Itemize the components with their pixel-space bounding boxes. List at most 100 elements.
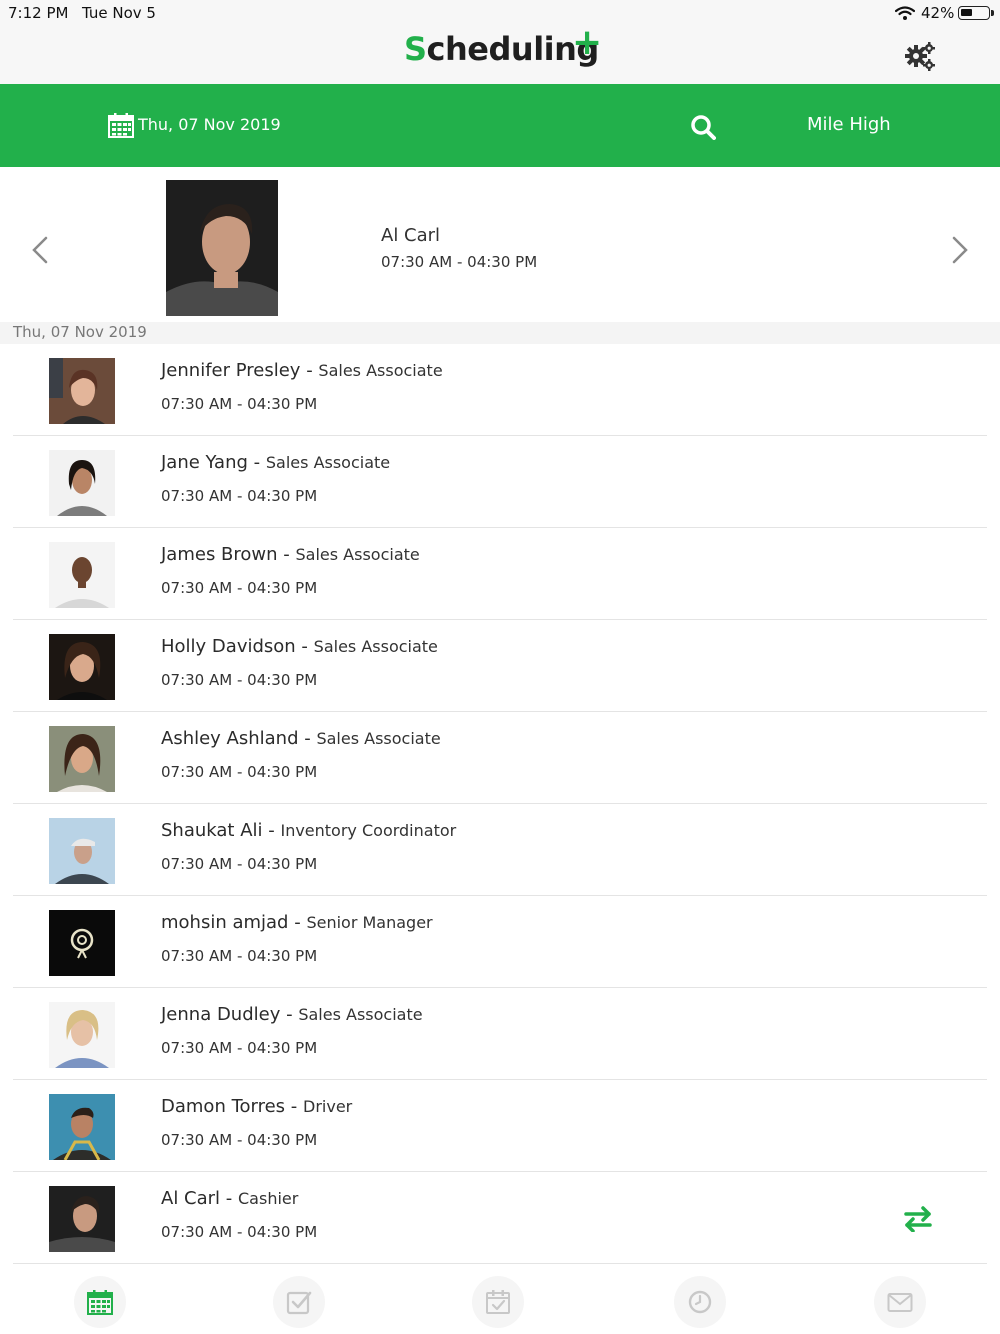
wifi-icon [895, 6, 915, 20]
calendar-check-icon [486, 1290, 510, 1314]
employee-avatar [49, 358, 115, 424]
search-icon[interactable] [690, 114, 716, 140]
employee-role: Sales Associate [313, 637, 438, 656]
employee-name: Damon Torres [161, 1096, 286, 1117]
employee-avatar [49, 1186, 115, 1252]
employee-avatar [49, 818, 115, 884]
employee-shift-time: 07:30 AM - 04:30 PM [161, 763, 318, 781]
employee-role: Sales Associate [318, 361, 443, 380]
employee-shift-time: 07:30 AM - 04:30 PM [161, 1223, 318, 1241]
list-item[interactable]: James Brown - Sales Associate 07:30 AM -… [0, 528, 1000, 620]
name-role-separator: - [285, 1096, 304, 1117]
employee-role: Sales Associate [295, 545, 420, 564]
employee-shift-time: 07:30 AM - 04:30 PM [161, 1039, 318, 1057]
employee-role: Sales Associate [298, 1005, 423, 1024]
employee-name-role: Al Carl - Cashier [161, 1188, 298, 1209]
check-square-icon [286, 1291, 312, 1315]
tab-tasks[interactable] [273, 1276, 325, 1328]
swap-arrows-icon[interactable] [903, 1206, 933, 1232]
selected-date[interactable]: Thu, 07 Nov 2019 [138, 115, 281, 134]
employee-name-role: Jenna Dudley - Sales Associate [161, 1004, 423, 1025]
employee-avatar [49, 726, 115, 792]
chevron-left-icon[interactable] [30, 235, 50, 265]
employee-list: Jennifer Presley - Sales Associate 07:30… [0, 344, 1000, 1264]
employee-name: mohsin amjad [161, 912, 289, 933]
employee-name: Jane Yang [161, 452, 248, 473]
name-role-separator: - [247, 452, 266, 473]
employee-name: Ashley Ashland [161, 728, 299, 749]
employee-shift-time: 07:30 AM - 04:30 PM [161, 1131, 318, 1149]
employee-name-role: James Brown - Sales Associate [161, 544, 420, 565]
location-selector[interactable]: Mile High [807, 114, 891, 135]
list-item[interactable]: Jennifer Presley - Sales Associate 07:30… [0, 344, 1000, 436]
mail-icon [887, 1293, 913, 1312]
list-item[interactable]: mohsin amjad - Senior Manager 07:30 AM -… [0, 896, 1000, 988]
name-role-separator: - [262, 820, 281, 841]
status-time: 7:12 PM [8, 4, 69, 22]
employee-role: Inventory Coordinator [280, 821, 457, 840]
list-date-label: Thu, 07 Nov 2019 [13, 323, 147, 341]
name-role-separator: - [220, 1188, 238, 1209]
employee-role: Sales Associate [265, 453, 391, 472]
name-role-separator: - [280, 1004, 299, 1025]
clock-icon [688, 1290, 712, 1314]
employee-avatar [49, 910, 115, 976]
employee-name: Holly Davidson [161, 636, 296, 657]
row-divider [13, 1263, 987, 1264]
list-item[interactable]: Shaukat Ali - Inventory Coordinator 07:3… [0, 804, 1000, 896]
list-item[interactable]: Holly Davidson - Sales Associate 07:30 A… [0, 620, 1000, 712]
list-date-header: Thu, 07 Nov 2019 [0, 322, 1000, 344]
featured-employee-time: 07:30 AM - 04:30 PM [381, 253, 538, 271]
employee-avatar [49, 1094, 115, 1160]
name-role-separator: - [277, 544, 296, 565]
employee-avatar [49, 1002, 115, 1068]
employee-shift-time: 07:30 AM - 04:30 PM [161, 395, 318, 413]
date-location-bar: Thu, 07 Nov 2019 Mile High [0, 84, 1000, 167]
app-logo: Scheduling + [404, 22, 602, 68]
employee-role: Cashier [238, 1189, 299, 1208]
employee-name: Jenna Dudley [161, 1004, 281, 1025]
employee-shift-time: 07:30 AM - 04:30 PM [161, 579, 318, 597]
battery-icon [958, 6, 994, 20]
chevron-right-icon[interactable] [950, 235, 970, 265]
employee-name-role: Jennifer Presley - Sales Associate [161, 360, 443, 381]
calendar-icon[interactable] [108, 112, 134, 138]
list-item[interactable]: Ashley Ashland - Sales Associate 07:30 A… [0, 712, 1000, 804]
employee-role: Driver [303, 1097, 353, 1116]
employee-shift-time: 07:30 AM - 04:30 PM [161, 855, 318, 873]
tab-timeclock[interactable] [674, 1276, 726, 1328]
list-item[interactable]: Jenna Dudley - Sales Associate 07:30 AM … [0, 988, 1000, 1080]
employee-name-role: mohsin amjad - Senior Manager [161, 912, 433, 933]
status-bar: 7:12 PM Tue Nov 5 42% [0, 0, 1000, 28]
employee-shift-time: 07:30 AM - 04:30 PM [161, 947, 318, 965]
employee-name-role: Ashley Ashland - Sales Associate [161, 728, 441, 749]
list-item[interactable]: Al Carl - Cashier 07:30 AM - 04:30 PM [0, 1172, 1000, 1264]
employee-avatar [49, 542, 115, 608]
employee-name-role: Damon Torres - Driver [161, 1096, 352, 1117]
name-role-separator: - [300, 360, 319, 381]
employee-role: Sales Associate [316, 729, 441, 748]
name-role-separator: - [298, 728, 317, 749]
logo-plus: + [572, 22, 602, 63]
employee-shift-time: 07:30 AM - 04:30 PM [161, 487, 318, 505]
employee-avatar [49, 450, 115, 516]
tab-schedule[interactable] [472, 1276, 524, 1328]
employee-name-role: Holly Davidson - Sales Associate [161, 636, 438, 657]
employee-name: Jennifer Presley [161, 360, 301, 381]
list-item[interactable]: Damon Torres - Driver 07:30 AM - 04:30 P… [0, 1080, 1000, 1172]
featured-employee-photo [166, 180, 278, 316]
employee-avatar [49, 634, 115, 700]
list-item[interactable]: Jane Yang - Sales Associate 07:30 AM - 0… [0, 436, 1000, 528]
name-role-separator: - [295, 636, 314, 657]
calendar-icon [87, 1290, 113, 1315]
tab-messages[interactable] [874, 1276, 926, 1328]
featured-employee-name: Al Carl [381, 225, 441, 246]
employee-name-role: Jane Yang - Sales Associate [161, 452, 390, 473]
app-header: Scheduling + [0, 22, 1000, 85]
employee-role: Senior Manager [306, 913, 433, 932]
tab-calendar[interactable] [74, 1276, 126, 1328]
gears-icon[interactable] [903, 40, 937, 74]
name-role-separator: - [288, 912, 307, 933]
bottom-tab-bar [0, 1268, 1000, 1334]
featured-employee-card: Al Carl 07:30 AM - 04:30 PM [0, 167, 1000, 322]
